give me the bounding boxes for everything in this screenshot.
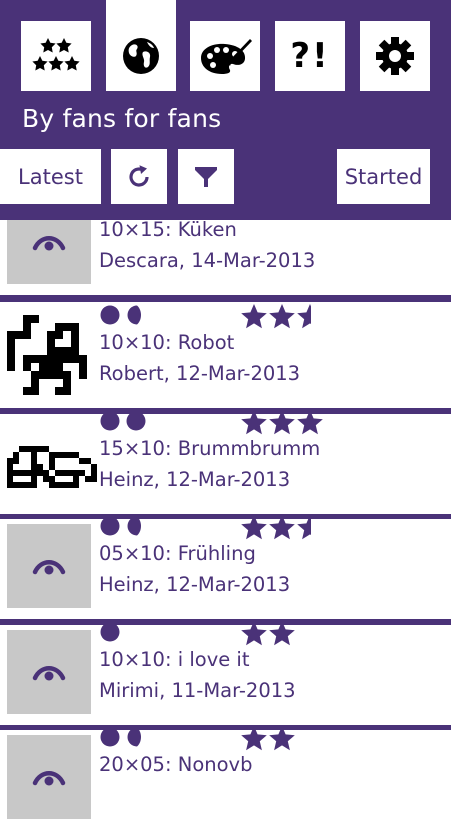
palette-icon — [201, 39, 252, 74]
puzzle-list-item[interactable]: 15×10: Brummbrumm Heinz, 12-Mar-2013 — [0, 410, 451, 514]
tab-top-rated[interactable] — [21, 21, 91, 91]
difficulty-dot-icon — [100, 305, 120, 325]
puzzle-thumbnail — [7, 440, 97, 492]
difficulty-dot-icon — [100, 622, 120, 642]
sort-label: Latest — [18, 164, 83, 189]
rating-star-icon — [241, 304, 267, 329]
rating-star-icon — [241, 621, 267, 646]
app-header: ?! By fans for fans Latest Started — [0, 0, 451, 220]
difficulty-dot-icon — [127, 727, 141, 747]
puzzle-title: 10×15: Küken — [99, 218, 237, 241]
eye-placeholder-icon — [32, 771, 66, 786]
eye-placeholder-icon — [32, 666, 66, 681]
puzzle-author-date: Heinz, 12-Mar-2013 — [99, 468, 291, 491]
difficulty-dot-icon — [100, 727, 120, 747]
filter-icon — [195, 166, 217, 187]
car-pixel-art — [7, 446, 97, 488]
puzzle-thumbnail — [7, 630, 91, 714]
difficulty-indicator — [100, 516, 146, 536]
puzzle-title: 05×10: Frühling — [99, 542, 256, 565]
rating-star-icon — [241, 410, 267, 435]
eye-placeholder-icon — [32, 560, 66, 575]
globe-icon — [123, 37, 159, 74]
tab-create[interactable] — [190, 21, 260, 91]
puzzle-list-item[interactable]: 10×10: i love it Mirimi, 11-Mar-2013 — [0, 621, 451, 725]
rating-stars — [240, 409, 324, 436]
robot-pixel-art — [7, 315, 87, 395]
difficulty-dot-icon — [100, 516, 120, 536]
puzzle-author-date: Robert, 12-Mar-2013 — [99, 362, 301, 385]
rating-stars — [240, 303, 324, 330]
puzzle-author-date: Mirimi, 11-Mar-2013 — [99, 679, 296, 702]
gear-icon — [376, 37, 414, 75]
puzzle-author-date: Heinz, 12-Mar-2013 — [99, 573, 291, 596]
difficulty-dot-icon — [127, 516, 141, 536]
rating-star-icon — [241, 515, 267, 540]
puzzle-thumbnail — [7, 735, 91, 819]
puzzle-title: 20×05: Nonovb — [99, 753, 253, 776]
page-subtitle: By fans for fans — [22, 104, 222, 133]
rating-stars — [240, 514, 324, 541]
rating-star-icon — [297, 304, 311, 329]
difficulty-dot-icon — [127, 305, 141, 325]
stars-rating-icon — [32, 38, 80, 71]
rating-star-icon — [269, 726, 295, 751]
rating-star-icon — [269, 304, 295, 329]
puzzle-thumbnail — [7, 315, 87, 399]
tab-settings[interactable] — [360, 21, 430, 91]
help-icon: ?! — [290, 36, 330, 76]
difficulty-dot-icon — [100, 411, 120, 431]
puzzle-thumbnail — [7, 524, 91, 608]
rating-star-icon — [241, 726, 267, 751]
difficulty-dot-icon — [126, 411, 146, 431]
refresh-button[interactable] — [111, 149, 167, 204]
difficulty-indicator — [100, 411, 146, 431]
status-filter-button[interactable]: Started — [337, 149, 430, 204]
puzzle-list-item[interactable]: 05×10: Frühling Heinz, 12-Mar-2013 — [0, 515, 451, 619]
refresh-icon — [129, 164, 149, 187]
filter-button[interactable] — [178, 149, 234, 204]
list-separator — [0, 295, 451, 302]
rating-star-icon — [269, 410, 295, 435]
puzzle-list-item[interactable]: 10×10: Robot Robert, 12-Mar-2013 — [0, 304, 451, 408]
eye-placeholder-icon — [32, 236, 66, 251]
difficulty-indicator — [100, 622, 120, 642]
rating-stars — [240, 620, 296, 647]
rating-stars — [240, 725, 296, 752]
difficulty-indicator — [100, 305, 146, 325]
puzzle-title: 10×10: Robot — [99, 331, 235, 354]
tab-help[interactable]: ?! — [275, 21, 345, 91]
status-label: Started — [344, 164, 423, 189]
sort-button[interactable]: Latest — [0, 149, 101, 204]
rating-star-icon — [269, 515, 295, 540]
rating-star-icon — [297, 410, 323, 435]
difficulty-indicator — [100, 727, 146, 747]
puzzle-title: 10×10: i love it — [99, 648, 250, 671]
rating-star-icon — [269, 621, 295, 646]
puzzle-author-date: Descara, 14-Mar-2013 — [99, 249, 316, 272]
puzzle-title: 15×10: Brummbrumm — [99, 437, 321, 460]
rating-star-icon — [297, 515, 311, 540]
puzzle-list-item[interactable]: 20×05: Nonovb — [0, 726, 451, 830]
tab-community[interactable] — [106, 0, 176, 91]
